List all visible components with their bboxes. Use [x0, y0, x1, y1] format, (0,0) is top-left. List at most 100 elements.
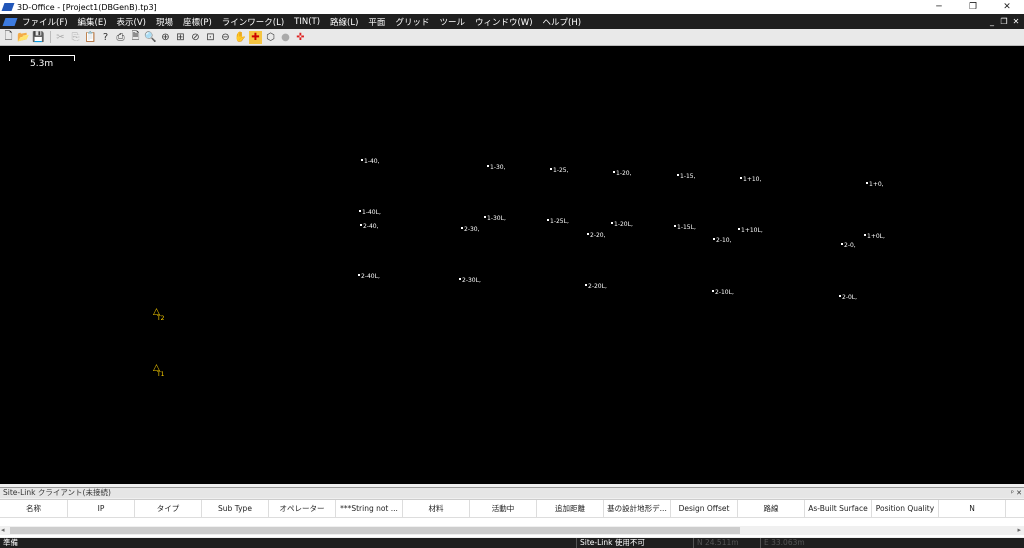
print-preview-icon[interactable]: 🗎 [129, 31, 142, 44]
cut-icon[interactable]: ✂ [54, 31, 67, 44]
survey-point[interactable]: 1-20, [613, 171, 632, 177]
survey-point[interactable]: 2-10L, [712, 290, 734, 296]
panel-close-button[interactable]: ✕ [1016, 489, 1022, 497]
survey-point[interactable]: 1-25, [550, 168, 569, 174]
table-header: 名称 IP タイプ Sub Type オペレーター ***String not … [0, 500, 1024, 518]
menu-tools[interactable]: ツール [439, 16, 465, 28]
column-header[interactable]: Design Offset [671, 500, 738, 517]
zoom-window-icon[interactable]: ⊡ [204, 31, 217, 44]
survey-point[interactable]: 1-15L, [674, 225, 696, 231]
column-header[interactable]: N [939, 500, 1006, 517]
survey-point[interactable]: 1-15, [677, 174, 696, 180]
survey-point[interactable]: 1+10L, [738, 228, 763, 234]
zoom-icon[interactable]: 🔍 [144, 31, 157, 44]
menu-roads[interactable]: 路線(L) [330, 16, 358, 28]
survey-point[interactable]: 2-30L, [459, 278, 481, 284]
pin-icon[interactable]: ᵖ [1011, 489, 1014, 497]
menu-view[interactable]: 表示(V) [117, 16, 146, 28]
survey-point[interactable]: 1+10, [740, 177, 761, 183]
menu-plan[interactable]: 平面 [368, 16, 385, 28]
scrollbar-thumb[interactable] [10, 527, 740, 534]
crosshair-icon[interactable]: ✚ [249, 30, 262, 44]
column-header[interactable]: 名称 [0, 500, 68, 517]
column-header[interactable]: 基の設計地形デ... [604, 500, 671, 517]
window-controls: ─ ❐ ✕ [922, 0, 1024, 14]
menu-file[interactable]: ファイル(F) [22, 16, 68, 28]
survey-point[interactable]: 2-40, [360, 224, 379, 230]
scale-label: 5.3m [30, 59, 54, 69]
polygon-icon[interactable]: ⬡ [264, 31, 277, 44]
survey-point[interactable]: 1+0, [866, 182, 884, 188]
survey-point[interactable]: 1+0L, [864, 234, 885, 240]
station-marker[interactable]: △ T2 [153, 308, 164, 323]
survey-point[interactable]: 2-10, [713, 238, 732, 244]
station-marker[interactable]: △ T1 [153, 364, 164, 379]
survey-point[interactable]: 1-40, [361, 159, 380, 165]
sitelink-table: 名称 IP タイプ Sub Type オペレーター ***String not … [0, 499, 1024, 537]
print-icon[interactable]: ⎙ [114, 31, 127, 44]
minimize-button[interactable]: ─ [922, 0, 956, 14]
survey-point[interactable]: 2-30, [461, 227, 480, 233]
document-controls: _ ❐ ✕ [986, 14, 1022, 29]
survey-point[interactable]: 2-0L, [839, 295, 857, 301]
app-logo-icon [1, 3, 15, 11]
new-icon[interactable]: 🗋 [2, 31, 15, 44]
column-header[interactable]: ***String not ... [336, 500, 403, 517]
doc-restore-button[interactable]: ❐ [998, 14, 1010, 29]
menu-window[interactable]: ウィンドウ(W) [475, 16, 533, 28]
menu-points[interactable]: 座標(P) [183, 16, 212, 28]
properties-icon[interactable]: ? [99, 31, 112, 44]
column-header[interactable]: As-Built Surface [805, 500, 872, 517]
column-header[interactable]: オペレーター [269, 500, 336, 517]
survey-point[interactable]: 1-30, [487, 165, 506, 171]
survey-point[interactable]: 2-20, [587, 233, 606, 239]
survey-point[interactable]: 2-20L, [585, 284, 607, 290]
column-header[interactable]: 材料 [403, 500, 470, 517]
survey-point[interactable]: 1-25L, [547, 219, 569, 225]
menu-site[interactable]: 現場 [156, 16, 173, 28]
panel-title: Site-Link クライアント(未接続) [3, 488, 111, 497]
column-header[interactable]: IP [68, 500, 135, 517]
survey-point[interactable]: 2-40L, [358, 274, 380, 280]
menu-grid[interactable]: グリッド [395, 16, 429, 28]
paste-icon[interactable]: 📋 [84, 31, 97, 44]
column-header[interactable]: 追加距離 [537, 500, 604, 517]
column-header[interactable]: Sub Type [202, 500, 269, 517]
maximize-button[interactable]: ❐ [956, 0, 990, 14]
pan-icon[interactable]: ✋ [234, 31, 247, 44]
target-icon[interactable]: ✜ [294, 31, 307, 44]
plan-view-canvas[interactable]: 5.3m 1-40, 1-30, 1-25, 1-20, 1-15, 1+10,… [0, 46, 1024, 484]
toolbar-separator [50, 31, 51, 43]
zoom-in-icon[interactable]: ⊕ [159, 31, 172, 44]
scroll-left-arrow-icon[interactable]: ◂ [1, 526, 5, 534]
open-icon[interactable]: 📂 [17, 31, 30, 44]
save-icon[interactable]: 💾 [32, 31, 45, 44]
survey-point[interactable]: 1-30L, [484, 216, 506, 222]
scroll-right-arrow-icon[interactable]: ▸ [1017, 526, 1021, 534]
horizontal-scrollbar[interactable]: ◂ ▸ [0, 526, 1024, 535]
column-header[interactable]: 活動中 [470, 500, 537, 517]
menu-help[interactable]: ヘルプ(H) [543, 16, 582, 28]
menu-tin[interactable]: TIN(T) [294, 17, 320, 27]
circle-icon[interactable]: ● [279, 31, 292, 44]
survey-point[interactable]: 2-0, [841, 243, 856, 249]
window-title: 3D-Office - [Project1(DBGenB).tp3] [17, 2, 157, 12]
doc-logo-icon[interactable] [2, 17, 18, 26]
copy-icon[interactable]: ⎘ [69, 31, 82, 44]
column-header[interactable]: Position Quality [872, 500, 939, 517]
menu-linework[interactable]: ラインワーク(L) [222, 16, 284, 28]
survey-point[interactable]: 1-20L, [611, 222, 633, 228]
survey-point[interactable]: 1-40L, [359, 210, 381, 216]
close-button[interactable]: ✕ [990, 0, 1024, 14]
column-header[interactable]: 路線 [738, 500, 805, 517]
zoom-out-icon[interactable]: ⊖ [219, 31, 232, 44]
column-header[interactable]: タイプ [135, 500, 202, 517]
panel-controls: ᵖ ✕ [1011, 488, 1022, 498]
zoom-previous-icon[interactable]: ⊘ [189, 31, 202, 44]
doc-minimize-button[interactable]: _ [986, 14, 998, 29]
title-bar: 3D-Office - [Project1(DBGenB).tp3] ─ ❐ ✕ [0, 0, 1024, 14]
doc-close-button[interactable]: ✕ [1010, 14, 1022, 29]
menu-edit[interactable]: 編集(E) [78, 16, 107, 28]
toolbar: 🗋 📂 💾 ✂ ⎘ 📋 ? ⎙ 🗎 🔍 ⊕ ⊞ ⊘ ⊡ ⊖ ✋ ✚ ⬡ ● ✜ [0, 29, 1024, 46]
zoom-extents-icon[interactable]: ⊞ [174, 31, 187, 44]
